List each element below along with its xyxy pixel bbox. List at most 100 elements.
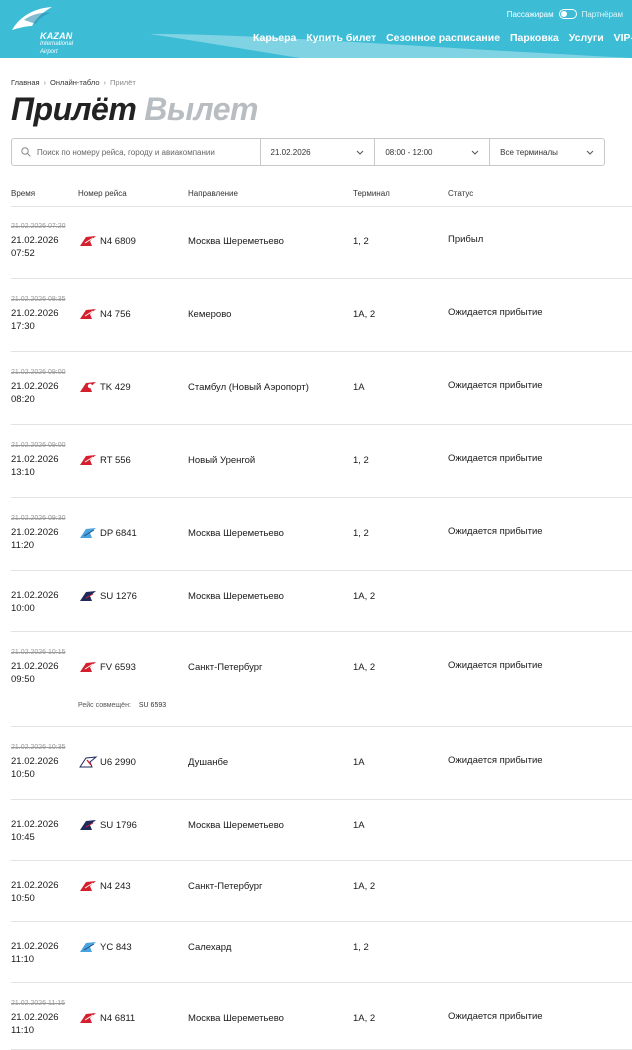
flight-number-cell[interactable]: N4 6811 (78, 1012, 135, 1024)
breadcrumb-current: Прилёт (110, 78, 136, 87)
terminal: 1А, 2 (353, 881, 376, 892)
flight-number-cell[interactable]: U6 2990 (78, 756, 136, 768)
red-tail-icon (78, 454, 98, 466)
actual-clock: 11:10 (11, 954, 35, 965)
turkish-tail-icon (78, 381, 98, 393)
logo-bird-icon (12, 7, 52, 30)
flight-number: RT 556 (100, 454, 131, 466)
table-row[interactable]: 21.02.2026 09:00 21.02.2026 13:10 RT 556 Нов… (11, 425, 632, 498)
red-tail-icon (78, 880, 98, 892)
status: Ожидается прибытие (448, 453, 543, 464)
flight-number: N4 6811 (100, 1012, 136, 1024)
terminal: 1, 2 (353, 455, 369, 466)
actual-clock: 09:50 (11, 674, 35, 685)
scheduled-time: 21.02.2026 10:35 (11, 744, 66, 751)
actual-date: 21.02.2026 (11, 661, 59, 672)
navy-tail-icon (78, 819, 98, 831)
table-row[interactable]: 21.02.2026 10:50 N4 243 Санкт-Петербург 1А, … (11, 861, 632, 922)
flight-number-cell[interactable]: RT 556 (78, 454, 131, 466)
actual-date: 21.02.2026 (11, 941, 59, 952)
main-nav: Карьера Купить билет Сезонное расписание… (253, 32, 632, 44)
status: Ожидается прибытие (448, 1011, 543, 1022)
column-direction: Направление (188, 189, 238, 198)
terminal: 1, 2 (353, 528, 369, 539)
audience-toggle[interactable] (558, 9, 577, 19)
partners-link[interactable]: Партнёрам (582, 10, 623, 19)
red-tail-icon (78, 235, 98, 247)
direction: Кемерово (188, 309, 232, 320)
flight-number: DP 6841 (100, 527, 137, 539)
actual-time: 21.02.2026 10:50 (11, 755, 59, 781)
flight-number-cell[interactable]: N4 756 (78, 308, 131, 320)
terminal: 1А, 2 (353, 662, 376, 673)
actual-time: 21.02.2026 10:50 (11, 879, 59, 905)
table-row[interactable]: 21.02.2026 08:35 21.02.2026 17:30 N4 756 Кем… (11, 279, 632, 352)
direction: Стамбул (Новый Аэропорт) (188, 382, 309, 393)
actual-time: 21.02.2026 09:50 (11, 660, 59, 686)
actual-date: 21.02.2026 (11, 381, 59, 392)
tab-departure[interactable]: Вылет (144, 91, 258, 127)
flight-number-cell[interactable]: SU 1276 (78, 590, 137, 602)
actual-time: 21.02.2026 07:52 (11, 234, 59, 260)
actual-date: 21.02.2026 (11, 454, 59, 465)
breadcrumb-board[interactable]: Онлайн-табло (50, 78, 99, 87)
logo-airport-text: Airport (40, 49, 58, 55)
table-row[interactable]: 21.02.2026 11:10 YC 843 Салехард 1, 2 (11, 922, 632, 983)
passengers-link[interactable]: Пассажирам (507, 10, 554, 19)
status: Ожидается прибытие (448, 660, 543, 671)
terminal: 1А (353, 757, 365, 768)
flight-number: N4 6809 (100, 235, 136, 247)
flight-number-cell[interactable]: N4 6809 (78, 235, 136, 247)
table-row[interactable]: 21.02.2026 10:45 SU 1796 Москва Шереметьево… (11, 800, 632, 861)
scheduled-time: 21.02.2026 07:20 (11, 223, 66, 230)
direction: Москва Шереметьево (188, 820, 284, 831)
scheduled-time: 21.02.2026 10:15 (11, 649, 66, 656)
breadcrumb-home[interactable]: Главная (11, 78, 40, 87)
flight-number-cell[interactable]: FV 6593 (78, 661, 136, 673)
flight-number-cell[interactable]: N4 243 (78, 880, 131, 892)
actual-clock: 08:20 (11, 394, 35, 405)
ural-tail-icon (78, 756, 98, 768)
flight-number-cell[interactable]: TK 429 (78, 381, 131, 393)
kazan-airport-logo[interactable]: KAZAN International Airport (10, 6, 80, 55)
chevron-down-icon (471, 150, 479, 155)
nav-career[interactable]: Карьера (253, 32, 296, 44)
flight-number: SU 1276 (100, 590, 137, 602)
red-tail-icon (78, 308, 98, 320)
codeshare-flight: SU 6593 (138, 702, 167, 709)
tab-arrival[interactable]: Прилёт (11, 91, 137, 127)
column-flight: Номер рейса (78, 189, 127, 198)
table-row[interactable]: 21.02.2026 10:35 21.02.2026 10:50 U6 2990 Ду… (11, 727, 632, 800)
terminal: 1А (353, 382, 365, 393)
actual-clock: 11:20 (11, 540, 35, 551)
terminal-value: Все терминалы (500, 147, 558, 157)
table-row[interactable]: 21.02.2026 10:00 SU 1276 Москва Шереметьево… (11, 571, 632, 632)
terminal: 1, 2 (353, 236, 369, 247)
flight-number-cell[interactable]: YC 843 (78, 941, 132, 953)
terminal-select[interactable]: Все терминалы (490, 139, 604, 165)
flight-number: N4 756 (100, 308, 131, 320)
flight-number-cell[interactable]: DP 6841 (78, 527, 137, 539)
table-row[interactable]: 21.02.2026 09:00 21.02.2026 08:20 TK 429 Ста… (11, 352, 632, 425)
table-row[interactable]: 21.02.2026 10:15 21.02.2026 09:50 FV 6593 Са… (11, 632, 632, 727)
actual-date: 21.02.2026 (11, 235, 59, 246)
nav-services[interactable]: Услуги (569, 32, 604, 44)
nav-vip[interactable]: VIP-зал (614, 32, 632, 44)
search-input[interactable]: Поиск по номеру рейса, городу и авиакомп… (12, 139, 261, 165)
status: Ожидается прибытие (448, 307, 543, 318)
table-row[interactable]: 21.02.2026 09:30 21.02.2026 11:20 DP 6841 Мо… (11, 498, 632, 571)
table-row[interactable]: 21.02.2026 11:15 21.02.2026 11:10 N4 6811 Мо… (11, 983, 632, 1050)
scheduled-time: 21.02.2026 09:00 (11, 369, 66, 376)
nav-buy-ticket[interactable]: Купить билет (306, 32, 376, 44)
direction: Москва Шереметьево (188, 236, 284, 247)
time-select[interactable]: 08:00 - 12:00 (375, 139, 491, 165)
blue-tail-icon (78, 941, 98, 953)
flight-number-cell[interactable]: SU 1796 (78, 819, 137, 831)
actual-time: 21.02.2026 08:20 (11, 380, 59, 406)
nav-parking[interactable]: Парковка (510, 32, 559, 44)
nav-season-schedule[interactable]: Сезонное расписание (386, 32, 500, 44)
table-row[interactable]: 21.02.2026 07:20 21.02.2026 07:52 N4 6809 Мо… (11, 206, 632, 279)
actual-time: 21.02.2026 11:10 (11, 940, 59, 966)
date-select[interactable]: 21.02.2026 (261, 139, 376, 165)
flight-number: SU 1796 (100, 819, 137, 831)
